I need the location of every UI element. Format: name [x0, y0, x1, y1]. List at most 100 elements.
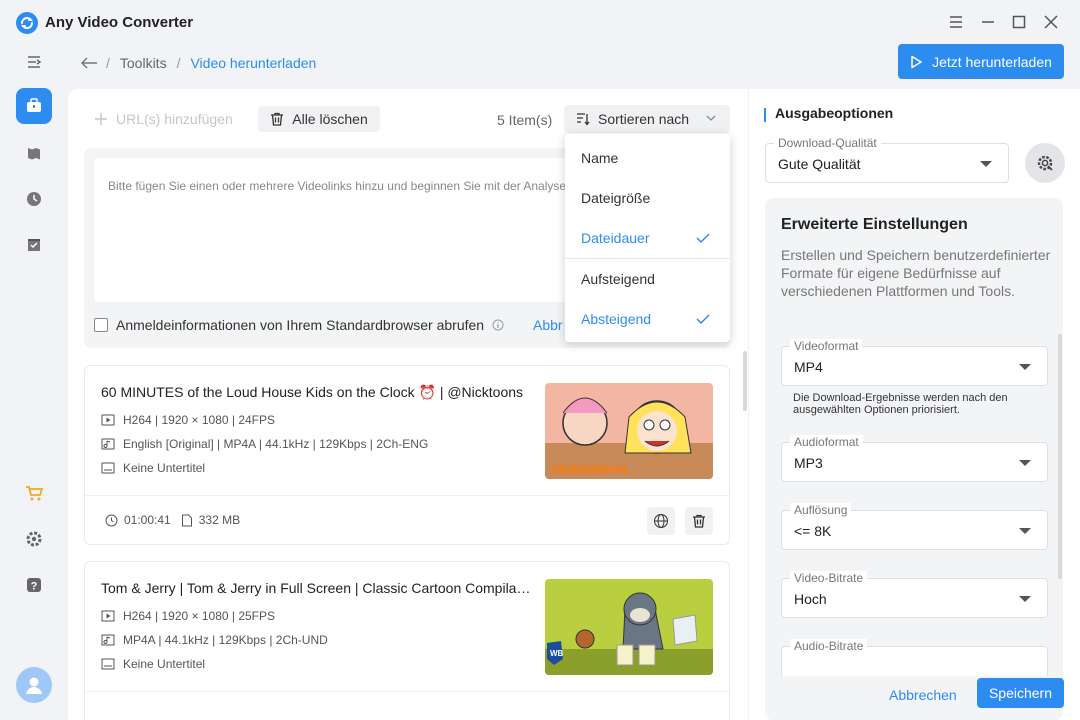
sidebar: ?	[0, 44, 68, 720]
video-info: H264 | 1920 × 1080 | 24FPS	[101, 413, 275, 427]
quality-select[interactable]: Download-Qualität Gute Qualität	[765, 136, 1009, 183]
audio-format-select[interactable]: Audioformat MP3	[781, 435, 1048, 482]
video-title: Tom & Jerry | Tom & Jerry in Full Screen…	[101, 580, 531, 596]
caret-down-icon	[1019, 528, 1031, 534]
main-scrollbar[interactable]	[743, 351, 747, 411]
resolution-select[interactable]: Auflösung <= 8K	[781, 503, 1048, 550]
advanced-settings: Erweiterte Einstellungen Erstellen und S…	[765, 198, 1063, 720]
video-card: 60 MINUTES of the Loud House Kids on the…	[84, 365, 730, 545]
minimize-icon[interactable]	[978, 12, 998, 32]
video-size: 332 MB	[198, 513, 241, 527]
video-icon	[101, 610, 115, 622]
close-icon[interactable]	[1041, 12, 1061, 32]
video-icon	[101, 414, 115, 426]
cancel-button[interactable]: Abbrechen	[889, 687, 957, 703]
video-bitrate-label: Video-Bitrate	[790, 571, 868, 585]
output-options-panel: Ausgabeoptionen Download-Qualität Gute Q…	[749, 89, 1080, 720]
resolution-value: <= 8K	[794, 523, 832, 539]
advanced-scrollbar[interactable]	[1058, 334, 1062, 579]
subtitle-spec: Keine Untertitel	[123, 461, 206, 475]
sort-option-label: Absteigend	[581, 311, 652, 327]
audio-format-value: MP3	[794, 455, 823, 471]
video-info: H264 | 1920 × 1080 | 25FPS	[101, 609, 275, 623]
advanced-settings-description: Erstellen und Speichern benutzerdefinier…	[781, 247, 1051, 299]
sort-option-label: Aufsteigend	[581, 271, 655, 287]
breadcrumb-current: Video herunterladen	[190, 55, 317, 71]
credentials-checkbox[interactable]	[94, 318, 108, 332]
settings-icon[interactable]	[16, 521, 52, 557]
download-now-label: Jetzt herunterladen	[932, 53, 1052, 70]
title-bar: Any Video Converter	[0, 0, 1080, 44]
sort-icon	[577, 113, 590, 126]
sort-option-duration[interactable]: Dateidauer	[565, 218, 730, 258]
priority-note: Die Download-Ergebnisse werden nach den …	[793, 392, 1008, 416]
file-icon	[181, 514, 192, 526]
check-icon	[696, 233, 710, 244]
audio-spec: English [Original] | MP4A | 44.1kHz | 12…	[123, 437, 429, 451]
breadcrumb-root[interactable]: Toolkits	[120, 55, 167, 71]
video-card: Tom & Jerry | Tom & Jerry in Full Screen…	[84, 561, 730, 720]
credentials-link[interactable]: Abbr	[533, 317, 563, 333]
sort-option-size[interactable]: Dateigröße	[565, 178, 730, 218]
maximize-icon[interactable]	[1009, 12, 1029, 32]
video-format-select[interactable]: Videoformat MP4	[781, 339, 1048, 386]
audio-icon	[101, 438, 115, 450]
sort-option-label: Name	[581, 150, 619, 166]
card-divider	[85, 495, 729, 496]
add-url-button[interactable]: URL(s) hinzufügen	[84, 106, 243, 132]
back-arrow-icon[interactable]	[80, 56, 98, 70]
sort-option-label: Dateigröße	[581, 190, 651, 206]
caret-down-icon	[1019, 364, 1031, 370]
audio-icon	[101, 634, 115, 646]
sort-option-descending[interactable]: Absteigend	[565, 299, 730, 339]
app-title: Any Video Converter	[45, 14, 194, 31]
video-bitrate-value: Hoch	[794, 591, 827, 607]
tasks-icon[interactable]	[16, 227, 52, 263]
clear-all-button[interactable]: Alle löschen	[258, 106, 380, 132]
library-icon[interactable]	[16, 135, 52, 171]
resolution-label: Auflösung	[790, 503, 852, 517]
thumbnail-logo-text: WB	[550, 649, 564, 658]
caret-down-icon	[1019, 460, 1031, 466]
svg-text:?: ?	[31, 581, 38, 593]
history-icon[interactable]	[16, 181, 52, 217]
sort-option-name[interactable]: Name	[565, 138, 730, 178]
subtitle-icon	[101, 658, 115, 670]
browser-credentials-option[interactable]: Anmeldeinformationen von Ihrem Standardb…	[94, 317, 504, 333]
download-now-button[interactable]: Jetzt herunterladen	[898, 44, 1064, 79]
toolkits-icon[interactable]	[16, 88, 52, 124]
card-divider	[85, 691, 729, 692]
avatar[interactable]	[16, 667, 52, 703]
delete-video-button[interactable]	[685, 507, 713, 535]
subtitle-icon	[101, 462, 115, 474]
save-button[interactable]: Speichern	[977, 678, 1064, 708]
section-accent-bar	[764, 108, 766, 122]
quality-label: Download-Qualität	[774, 136, 881, 150]
video-bitrate-select[interactable]: Video-Bitrate Hoch	[781, 571, 1048, 618]
video-spec: H264 | 1920 × 1080 | 25FPS	[123, 609, 276, 623]
app-logo	[16, 12, 38, 34]
cart-icon[interactable]	[16, 475, 52, 511]
sort-option-ascending[interactable]: Aufsteigend	[565, 259, 730, 299]
audio-bitrate-label: Audio-Bitrate	[790, 639, 868, 653]
menu-icon[interactable]	[946, 12, 966, 32]
check-icon	[696, 314, 710, 325]
caret-down-icon	[1019, 596, 1031, 602]
quality-value: Gute Qualität	[778, 156, 861, 172]
help-icon[interactable]: ?	[16, 567, 52, 603]
language-button[interactable]	[647, 507, 675, 535]
sort-option-label: Dateidauer	[581, 230, 650, 246]
video-format-value: MP4	[794, 359, 823, 375]
trash-icon	[693, 514, 705, 528]
trash-icon	[271, 112, 284, 126]
subtitle-spec: Keine Untertitel	[123, 657, 206, 671]
sort-menu: Name Dateigröße Dateidauer Aufsteigend A…	[565, 134, 730, 342]
sort-dropdown[interactable]: Sortieren nach	[564, 105, 730, 133]
breadcrumb-separator: /	[176, 55, 181, 71]
gear-search-icon	[1037, 155, 1053, 171]
play-icon	[911, 55, 922, 68]
quality-settings-button[interactable]	[1025, 143, 1065, 183]
audio-format-label: Audioformat	[790, 435, 863, 449]
collapse-sidebar-icon[interactable]	[16, 44, 52, 80]
video-duration: 01:00:41	[124, 513, 171, 527]
